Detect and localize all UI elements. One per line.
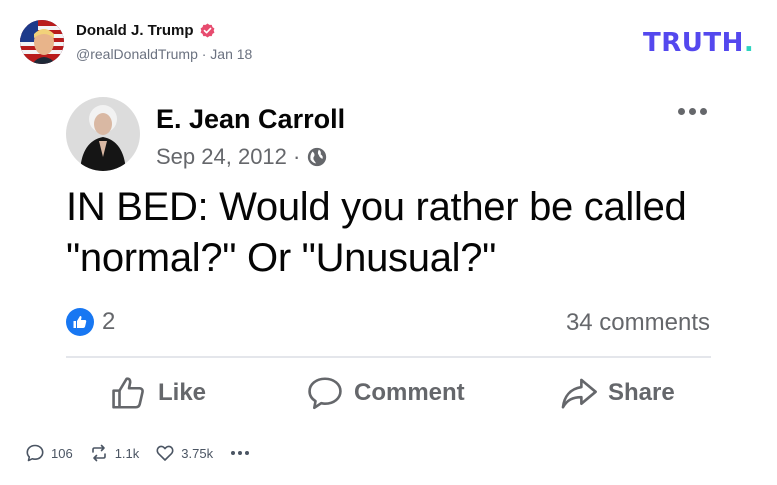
author-avatar[interactable] <box>20 20 64 64</box>
author-name-text[interactable]: Donald J. Trump <box>76 22 194 39</box>
retruth-count: 1.1k <box>114 445 140 461</box>
share-action: Share <box>560 374 675 412</box>
reply-bubble-icon <box>26 444 44 462</box>
like-action: Like <box>110 374 206 412</box>
truth-logo-dot: . <box>743 28 755 58</box>
more-options-icon <box>678 108 707 115</box>
engagement-bar: 106 1.1k 3.75k <box>25 443 250 463</box>
share-arrow-icon <box>561 378 597 409</box>
reaction-summary: 2 <box>66 308 115 336</box>
embedded-author-name: E. Jean Carroll <box>156 104 346 134</box>
comments-count: 34 comments <box>565 309 710 336</box>
embedded-author-avatar <box>66 97 140 171</box>
thumbs-up-outline-icon <box>112 377 144 409</box>
more-dot <box>245 451 250 455</box>
embedded-post-date: Sep 24, 2012 · <box>156 144 328 170</box>
retruth-icon <box>91 444 106 462</box>
globe-icon <box>308 147 327 167</box>
truth-logo-text: TRUTH <box>643 28 744 58</box>
like-label: Like <box>158 379 207 406</box>
handle-and-date[interactable]: @realDonaldTrump · Jan 18 <box>76 46 252 62</box>
embedded-text-line-2: "normal?" Or "Unusual?" <box>66 236 497 280</box>
verified-badge-icon <box>200 23 214 38</box>
embedded-date-text: Sep 24, 2012 · <box>156 144 301 169</box>
embedded-text-line-1: IN BED: Would you rather be called <box>66 185 687 229</box>
heart-icon <box>156 445 174 461</box>
retruth-button[interactable]: 1.1k <box>89 443 140 463</box>
like-count: 3.75k <box>181 445 214 461</box>
comment-label: Comment <box>354 379 465 406</box>
divider <box>66 356 711 358</box>
reply-button[interactable]: 106 <box>25 443 73 463</box>
author-name[interactable]: Donald J. Trump <box>76 22 215 39</box>
comment-bubble-icon <box>308 377 342 410</box>
thumbs-up-icon <box>66 308 94 336</box>
more-dot <box>238 451 243 455</box>
truth-logo[interactable]: TRUTH. <box>643 28 754 58</box>
reaction-count: 2 <box>102 308 116 335</box>
reply-count: 106 <box>51 445 73 461</box>
more-options-button[interactable] <box>231 451 250 455</box>
like-button[interactable]: 3.75k <box>155 443 213 463</box>
comment-action: Comment <box>306 374 465 412</box>
share-label: Share <box>608 379 675 406</box>
more-dot <box>231 451 236 455</box>
embedded-post-text: IN BED: Would you rather be called "norm… <box>66 182 746 284</box>
